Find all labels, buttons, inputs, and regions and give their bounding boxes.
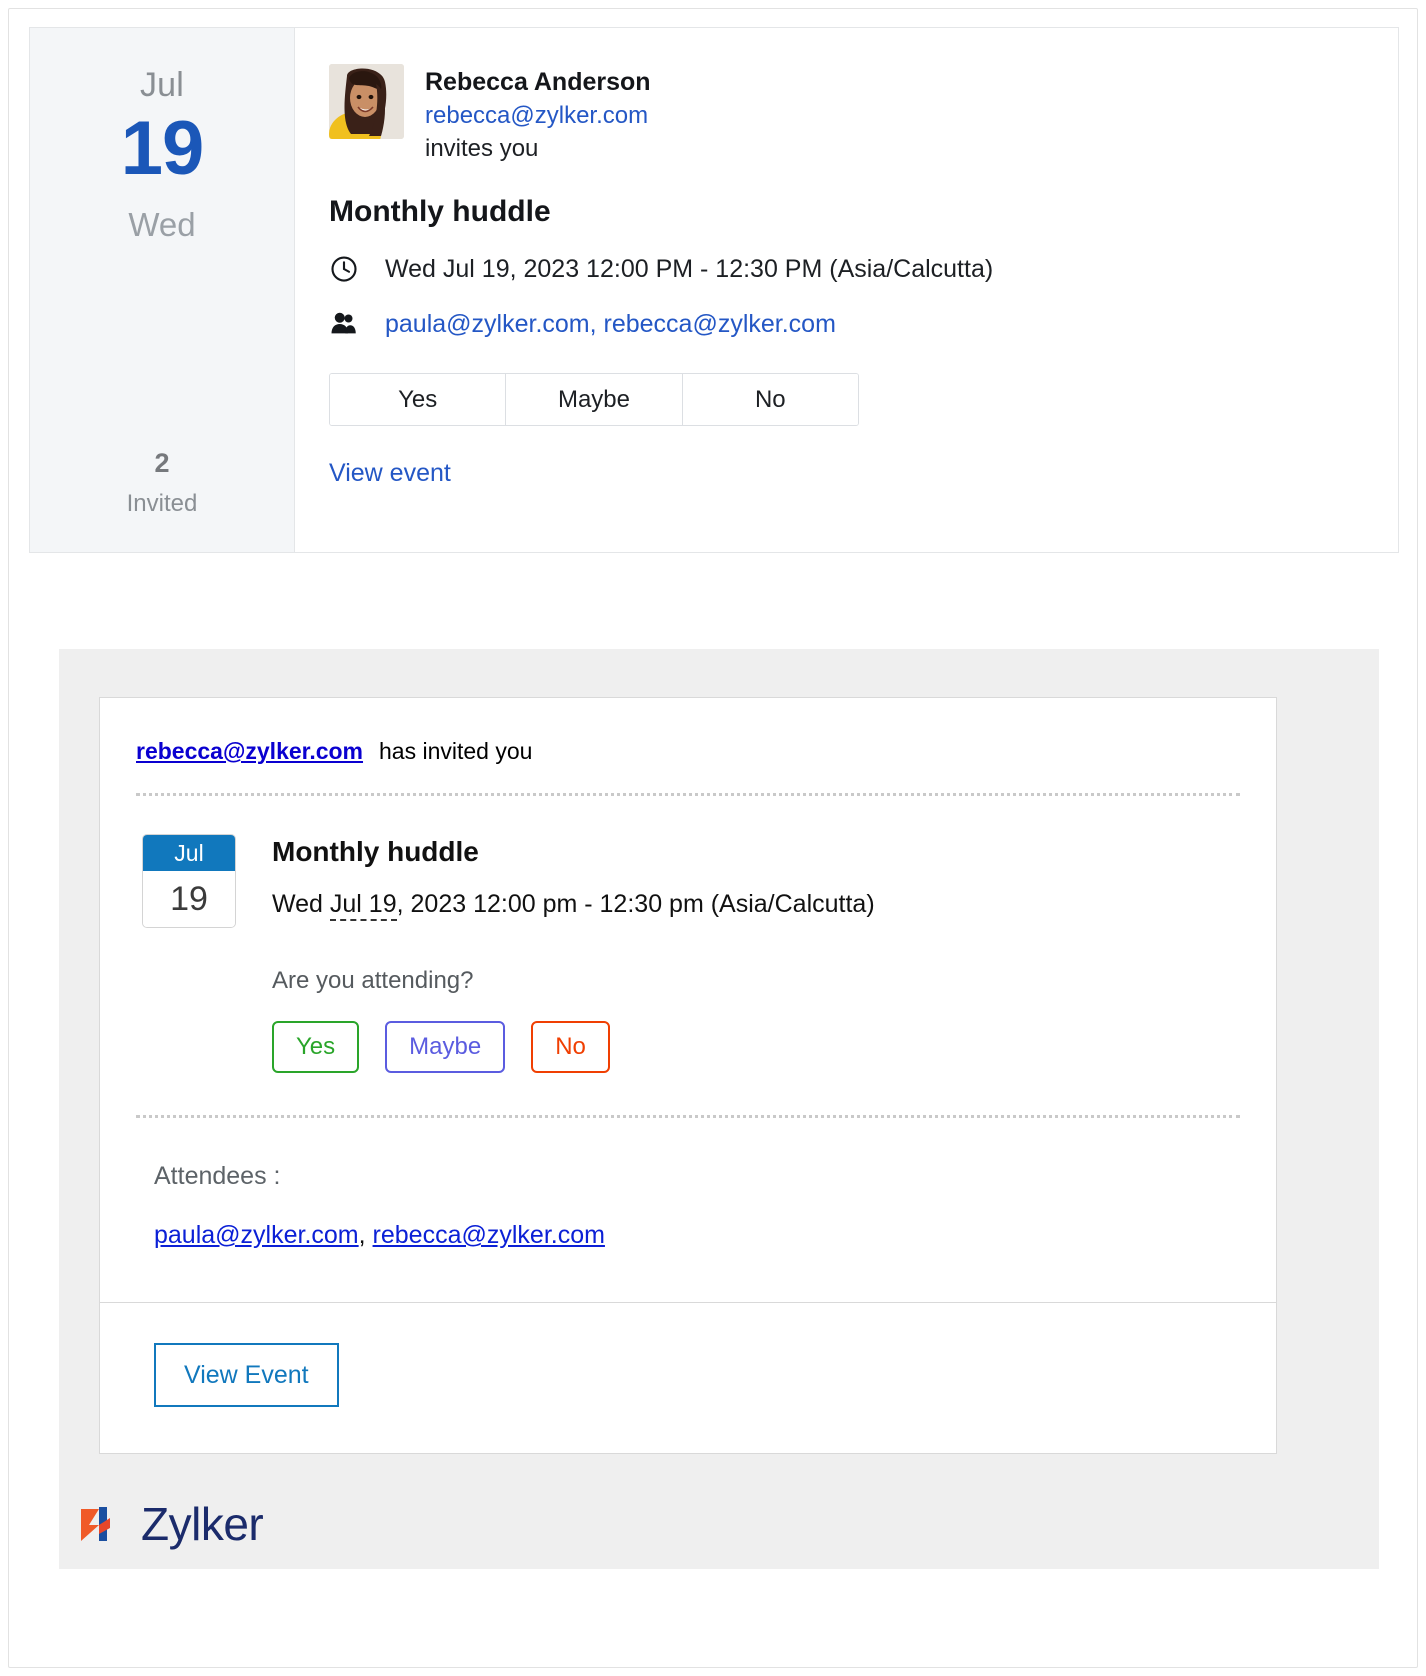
email-event-time: Wed Jul 19, 2023 12:00 pm - 12:30 pm (As… [272, 890, 875, 919]
brand-row: Zylker [77, 1497, 263, 1551]
calendar-badge-day: 19 [143, 871, 235, 927]
sender-email[interactable]: rebecca@zylker.com [425, 99, 651, 132]
rsvp-maybe-button[interactable]: Maybe [506, 374, 682, 425]
sender-action-text: invites you [425, 132, 651, 165]
attending-no-button[interactable]: No [531, 1021, 610, 1073]
people-icon [329, 309, 367, 339]
email-body-wrapper: rebecca@zylker.com has invited you Jul 19… [59, 649, 1379, 1569]
invitation-details-panel: Rebecca Anderson rebecca@zylker.com invi… [295, 28, 1398, 552]
rsvp-button-group: Yes Maybe No [329, 373, 859, 426]
attendees-label: Attendees : [136, 1162, 1240, 1191]
sender-meta: Rebecca Anderson rebecca@zylker.com invi… [425, 64, 651, 165]
email-event-body: Jul 19 Monthly huddle Wed Jul 19, 2023 1… [100, 834, 1276, 1073]
sender-row: Rebecca Anderson rebecca@zylker.com invi… [329, 64, 1398, 165]
calendar-badge-icon: Jul 19 [142, 834, 236, 928]
attendee-link-1[interactable]: paula@zylker.com [154, 1221, 359, 1249]
email-event-info: Monthly huddle Wed Jul 19, 2023 12:00 pm… [272, 834, 875, 1073]
email-invited-text: has invited you [379, 738, 532, 764]
email-invited-line: rebecca@zylker.com has invited you [100, 698, 1276, 765]
rsvp-yes-button[interactable]: Yes [330, 374, 506, 425]
page-frame: Jul 19 Wed 2 Invited [8, 8, 1418, 1668]
avatar [329, 64, 404, 139]
attendee-separator: , [359, 1221, 373, 1249]
view-event-button[interactable]: View Event [154, 1343, 339, 1407]
attending-choice-row: Yes Maybe No [272, 1021, 875, 1073]
event-time-row: Wed Jul 19, 2023 12:00 PM - 12:30 PM (As… [329, 254, 1398, 284]
event-title: Monthly huddle [329, 195, 1398, 229]
email-card-footer: View Event [100, 1302, 1276, 1453]
email-attendees-section: Attendees : paula@zylker.com, rebecca@zy… [100, 1162, 1276, 1302]
email-event-time-suffix: , 2023 12:00 pm - 12:30 pm (Asia/Calcutt… [397, 890, 875, 918]
event-attendees-text[interactable]: paula@zylker.com, rebecca@zylker.com [385, 310, 836, 339]
attending-yes-button[interactable]: Yes [272, 1021, 359, 1073]
attending-maybe-button[interactable]: Maybe [385, 1021, 505, 1073]
date-day: 19 [30, 106, 294, 192]
clock-icon [329, 254, 367, 284]
event-time-text: Wed Jul 19, 2023 12:00 PM - 12:30 PM (As… [385, 255, 993, 284]
date-month: Jul [30, 66, 294, 105]
sender-name: Rebecca Anderson [425, 66, 651, 99]
email-event-time-prefix: Wed [272, 890, 330, 918]
view-event-link[interactable]: View event [329, 459, 451, 488]
divider-top [136, 793, 1240, 796]
brand-name: Zylker [141, 1497, 263, 1551]
invited-count: 2 [30, 448, 294, 479]
attending-question: Are you attending? [272, 967, 875, 995]
divider-bottom [136, 1115, 1240, 1118]
email-inviter-link[interactable]: rebecca@zylker.com [136, 738, 363, 764]
date-summary-panel: Jul 19 Wed 2 Invited [30, 28, 295, 552]
attendee-link-2[interactable]: rebecca@zylker.com [373, 1221, 605, 1249]
rsvp-no-button[interactable]: No [683, 374, 858, 425]
invited-count-label: Invited [30, 490, 294, 518]
email-invitation-card: rebecca@zylker.com has invited you Jul 19… [99, 697, 1277, 1454]
zylker-logo-icon [77, 1501, 123, 1547]
date-weekday: Wed [30, 206, 294, 244]
event-attendees-row: paula@zylker.com, rebecca@zylker.com [329, 309, 1398, 339]
email-event-date-dashed: Jul 19 [330, 890, 397, 921]
email-event-row: Jul 19 Monthly huddle Wed Jul 19, 2023 1… [136, 834, 1240, 1073]
attendees-list: paula@zylker.com, rebecca@zylker.com [136, 1221, 1240, 1302]
calendar-badge-month: Jul [143, 835, 235, 871]
invitation-card: Jul 19 Wed 2 Invited [29, 27, 1399, 553]
email-event-title: Monthly huddle [272, 836, 875, 868]
